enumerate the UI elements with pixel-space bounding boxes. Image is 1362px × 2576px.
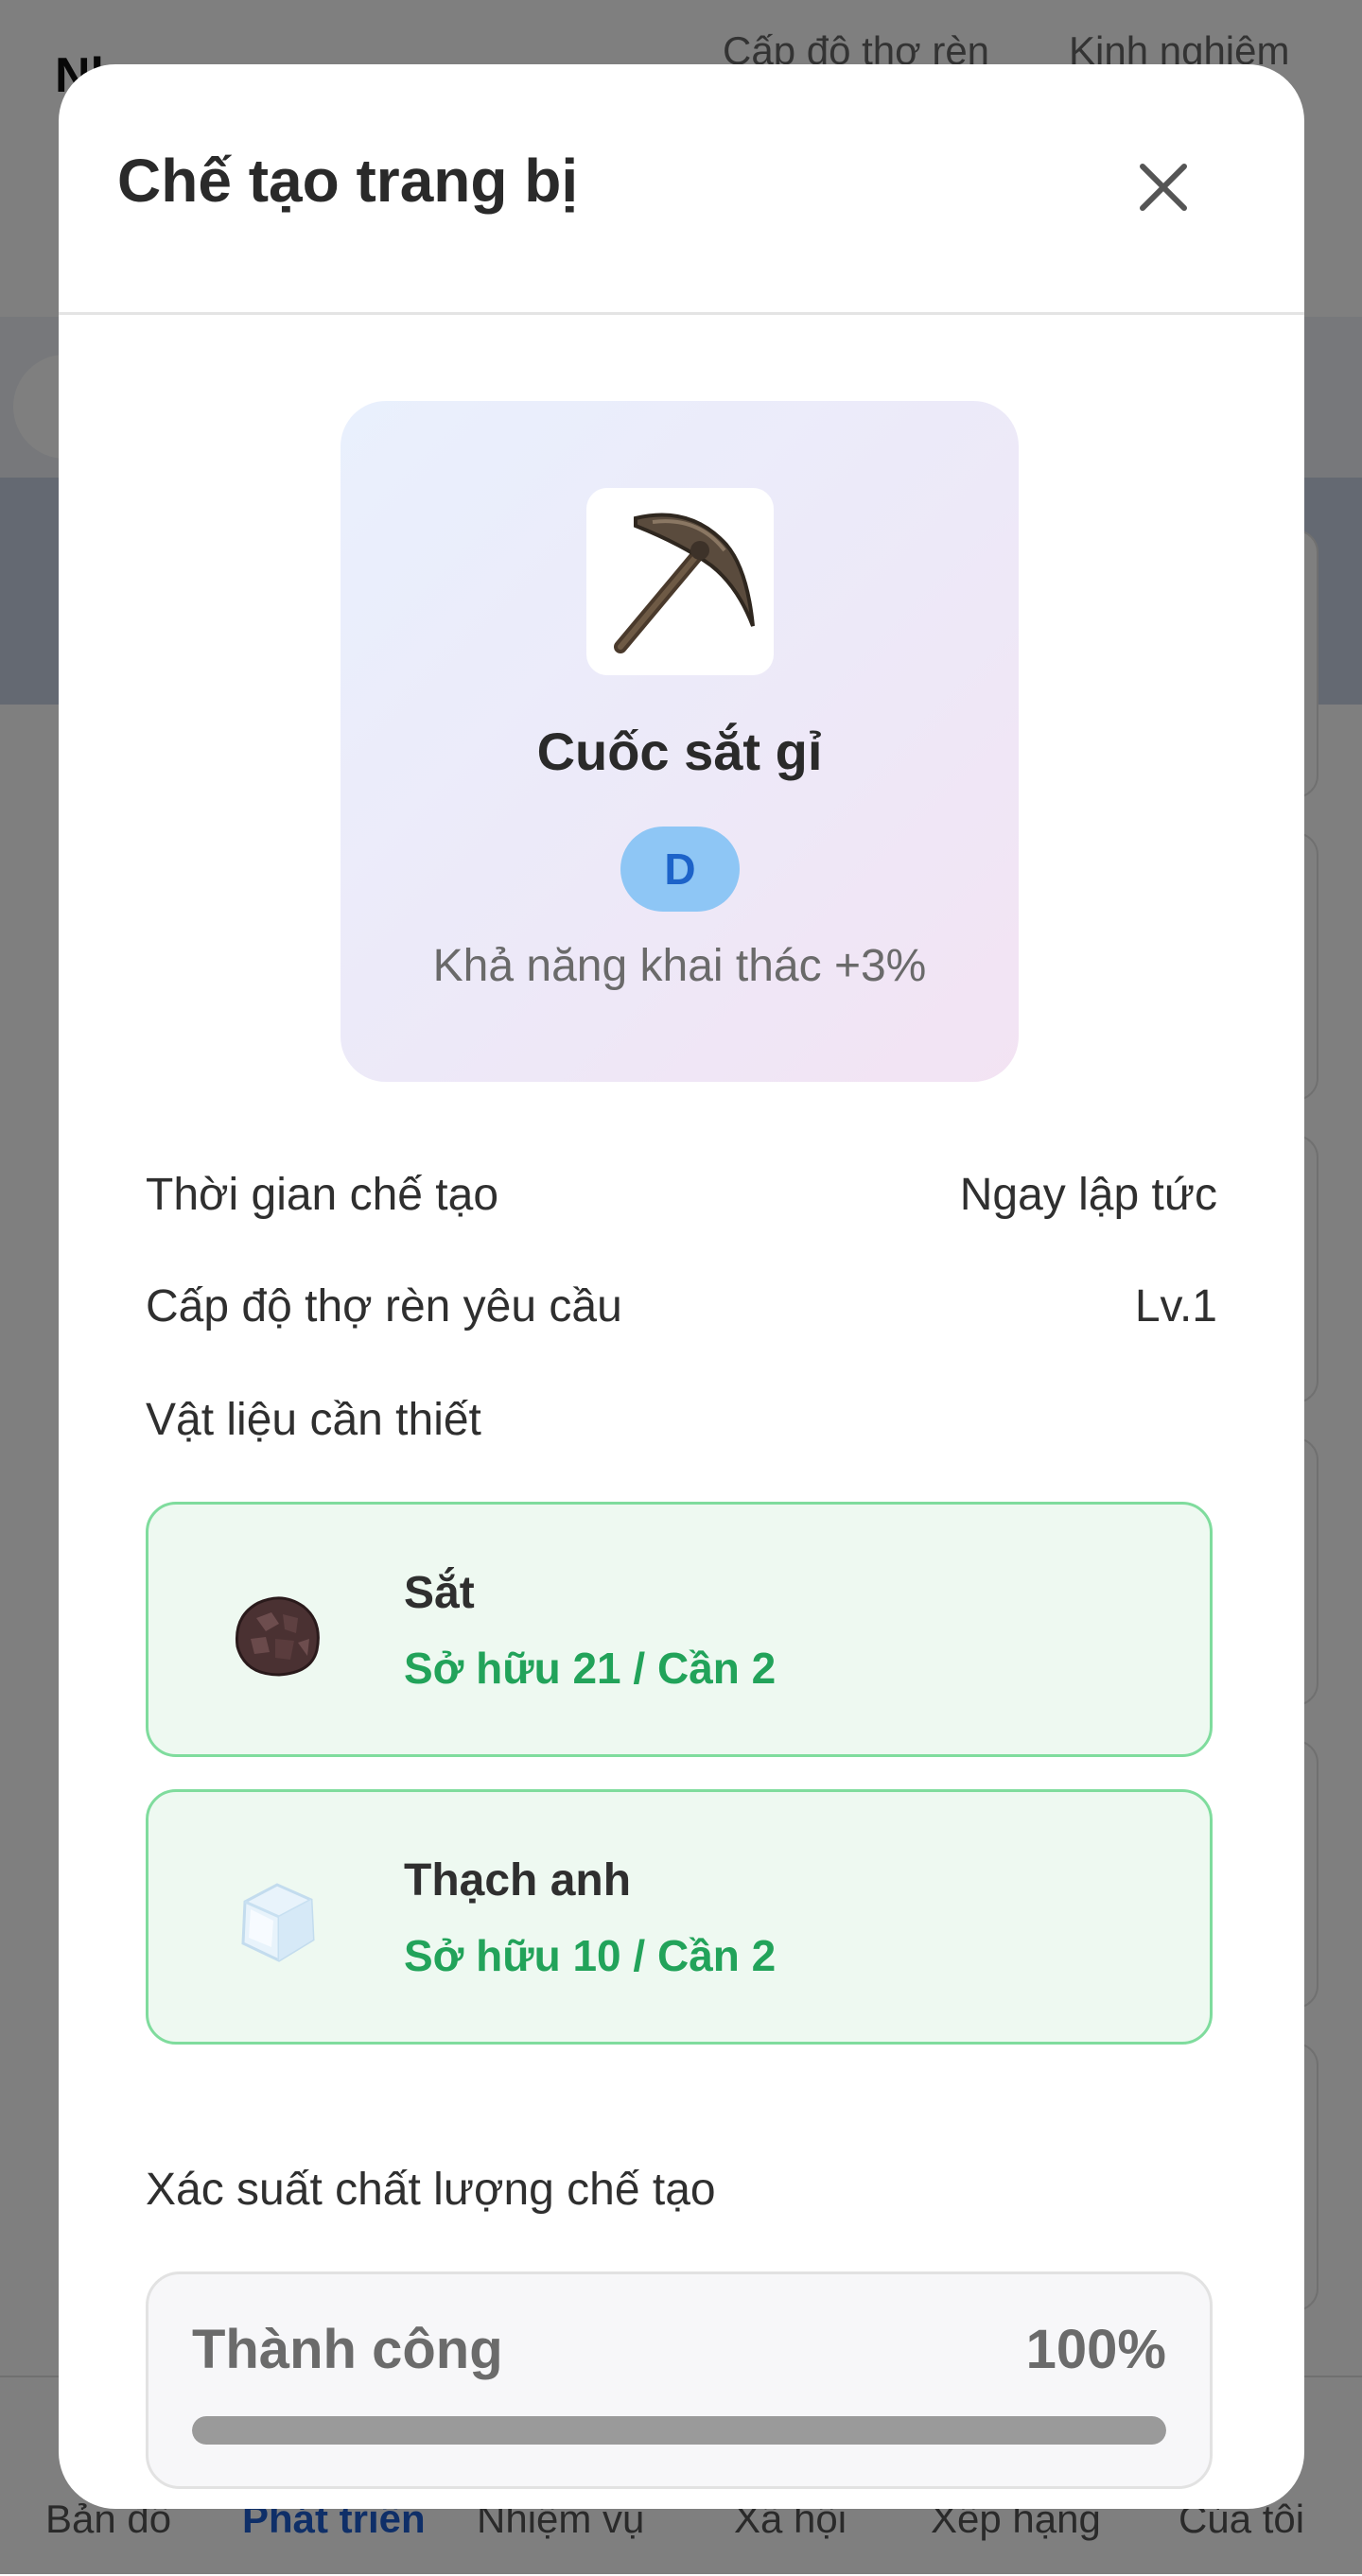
item-image: [586, 488, 774, 675]
success-percent: 100%: [1025, 2319, 1166, 2380]
craft-equipment-modal: Chế tạo trang bị Cuốc sắt gỉ D Khả năng …: [59, 64, 1304, 2509]
quality-probability-box: Thành công 100%: [146, 2271, 1213, 2489]
item-effect: Khả năng khai thác +3%: [432, 941, 927, 991]
grade-badge: D: [620, 827, 740, 912]
close-button[interactable]: [1127, 151, 1199, 223]
success-label: Thành công: [192, 2319, 503, 2380]
item-name: Cuốc sắt gỉ: [536, 722, 823, 781]
material-count: Sở hữu 10 / Cần 2: [404, 1931, 777, 1980]
material-card-iron: Sắt Sở hữu 21 / Cần 2: [146, 1502, 1213, 1757]
close-icon: [1140, 164, 1187, 211]
materials-label: Vật liệu cần thiết: [146, 1395, 481, 1445]
craft-time-value: Ngay lập tức: [959, 1170, 1217, 1220]
material-name: Thạch anh: [404, 1855, 632, 1906]
material-card-quartz: Thạch anh Sở hữu 10 / Cần 2: [146, 1789, 1213, 2045]
material-count: Sở hữu 21 / Cần 2: [404, 1644, 777, 1693]
material-name: Sắt: [404, 1568, 475, 1618]
quality-probability-label: Xác suất chất lượng chế tạo: [146, 2165, 716, 2215]
quartz-icon: [241, 1883, 315, 1962]
item-preview-card: Cuốc sắt gỉ D Khả năng khai thác +3%: [340, 401, 1019, 1082]
required-level-label: Cấp độ thợ rèn yêu cầu: [146, 1281, 622, 1332]
required-level-value: Lv.1: [1134, 1281, 1217, 1332]
modal-header: Chế tạo trang bị: [59, 64, 1304, 315]
success-progress-fill: [192, 2416, 1166, 2445]
pickaxe-icon: [614, 513, 755, 653]
iron-ore-icon: [235, 1596, 320, 1677]
success-progress-track: [192, 2416, 1166, 2445]
craft-time-label: Thời gian chế tạo: [146, 1170, 499, 1220]
modal-title: Chế tạo trang bị: [117, 147, 579, 215]
